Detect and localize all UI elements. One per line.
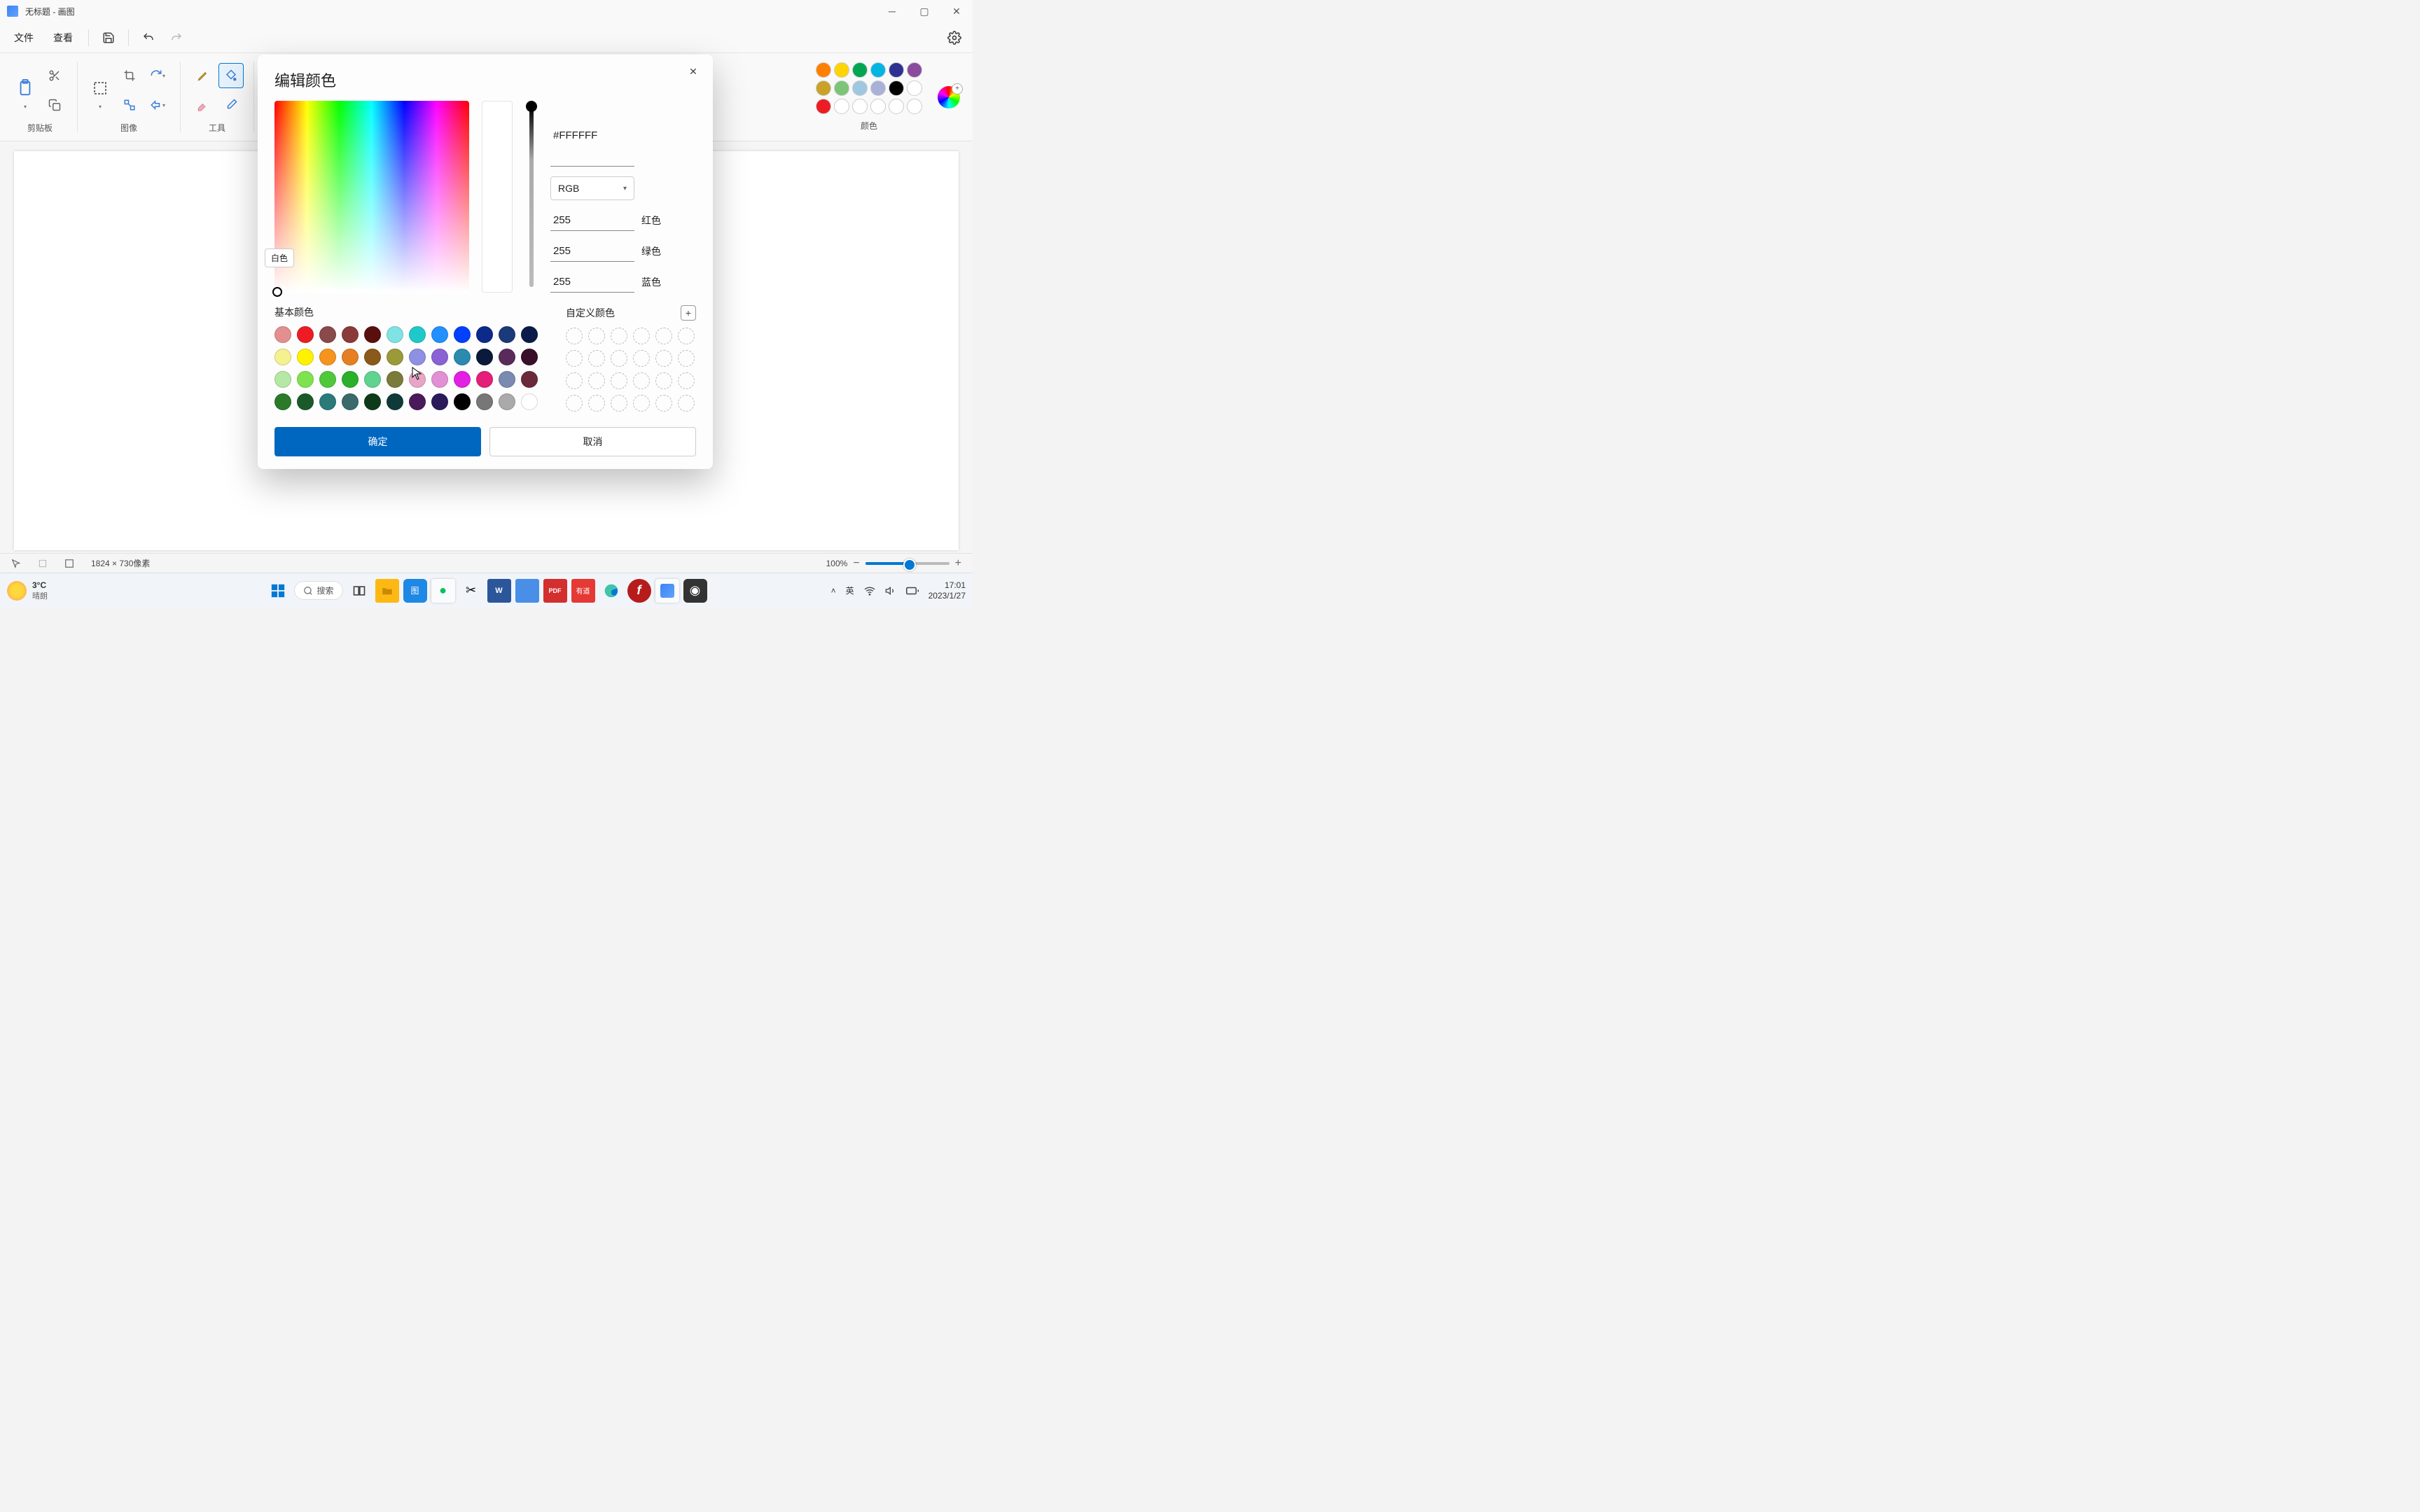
basic-color-swatch[interactable] <box>521 393 538 410</box>
color-preview <box>482 101 513 293</box>
basic-color-swatch[interactable] <box>319 349 336 365</box>
basic-color-swatch[interactable] <box>476 371 493 388</box>
custom-color-slot[interactable] <box>566 372 583 389</box>
basic-colors-label: 基本颜色 <box>274 305 549 319</box>
custom-color-slot[interactable] <box>611 395 627 412</box>
dialog-close-button[interactable]: ✕ <box>683 62 703 81</box>
basic-color-swatch[interactable] <box>297 326 314 343</box>
basic-color-swatch[interactable] <box>431 349 448 365</box>
basic-color-swatch[interactable] <box>476 393 493 410</box>
green-input[interactable] <box>550 241 634 262</box>
custom-color-slot[interactable] <box>633 372 650 389</box>
custom-colors-label: 自定义颜色 <box>566 306 615 320</box>
basic-color-swatch[interactable] <box>431 393 448 410</box>
basic-color-swatch[interactable] <box>521 349 538 365</box>
custom-color-slot[interactable] <box>588 350 605 367</box>
basic-color-swatch[interactable] <box>319 393 336 410</box>
custom-color-slot[interactable] <box>566 328 583 344</box>
basic-color-swatch[interactable] <box>521 371 538 388</box>
basic-color-swatch[interactable] <box>454 326 471 343</box>
custom-color-slot[interactable] <box>611 350 627 367</box>
custom-color-slot[interactable] <box>633 395 650 412</box>
custom-color-slot[interactable] <box>655 328 672 344</box>
dialog-title: 编辑颜色 <box>274 69 696 91</box>
basic-color-swatch[interactable] <box>342 393 359 410</box>
basic-color-swatch[interactable] <box>274 326 291 343</box>
custom-colors-grid <box>566 328 696 413</box>
blue-label: 蓝色 <box>641 275 661 289</box>
dialog-overlay: ✕ 编辑颜色 白色 RGB ▾ 红色 <box>0 0 973 608</box>
basic-color-swatch[interactable] <box>319 371 336 388</box>
basic-colors-grid <box>274 326 549 412</box>
color-mode-select[interactable]: RGB ▾ <box>550 176 634 200</box>
basic-color-swatch[interactable] <box>476 349 493 365</box>
custom-color-slot[interactable] <box>588 372 605 389</box>
mode-value: RGB <box>558 183 579 194</box>
basic-color-swatch[interactable] <box>431 326 448 343</box>
red-label: 红色 <box>641 214 661 227</box>
basic-color-swatch[interactable] <box>364 349 381 365</box>
basic-color-swatch[interactable] <box>409 371 426 388</box>
basic-color-swatch[interactable] <box>499 371 515 388</box>
custom-color-slot[interactable] <box>566 350 583 367</box>
custom-color-slot[interactable] <box>655 372 672 389</box>
custom-color-slot[interactable] <box>611 372 627 389</box>
custom-color-slot[interactable] <box>655 350 672 367</box>
color-tooltip: 白色 <box>265 248 294 267</box>
basic-color-swatch[interactable] <box>297 393 314 410</box>
basic-color-swatch[interactable] <box>521 326 538 343</box>
custom-color-slot[interactable] <box>678 328 695 344</box>
spectrum-handle[interactable] <box>272 287 282 297</box>
basic-color-swatch[interactable] <box>319 326 336 343</box>
basic-color-swatch[interactable] <box>409 326 426 343</box>
basic-color-swatch[interactable] <box>409 393 426 410</box>
color-spectrum[interactable]: 白色 <box>274 101 469 293</box>
red-input[interactable] <box>550 210 634 231</box>
hex-input[interactable] <box>550 105 634 167</box>
value-slider[interactable] <box>525 101 538 293</box>
basic-color-swatch[interactable] <box>274 393 291 410</box>
basic-color-swatch[interactable] <box>342 326 359 343</box>
basic-color-swatch[interactable] <box>387 326 403 343</box>
basic-color-swatch[interactable] <box>342 371 359 388</box>
value-slider-handle[interactable] <box>526 101 537 112</box>
basic-color-swatch[interactable] <box>387 349 403 365</box>
custom-color-slot[interactable] <box>678 372 695 389</box>
basic-color-swatch[interactable] <box>454 371 471 388</box>
cancel-button[interactable]: 取消 <box>489 427 696 456</box>
basic-color-swatch[interactable] <box>364 393 381 410</box>
custom-color-slot[interactable] <box>655 395 672 412</box>
basic-color-swatch[interactable] <box>431 371 448 388</box>
custom-color-slot[interactable] <box>588 395 605 412</box>
basic-color-swatch[interactable] <box>454 393 471 410</box>
custom-color-slot[interactable] <box>678 395 695 412</box>
custom-color-slot[interactable] <box>566 395 583 412</box>
basic-color-swatch[interactable] <box>297 349 314 365</box>
basic-color-swatch[interactable] <box>476 326 493 343</box>
custom-color-slot[interactable] <box>611 328 627 344</box>
edit-colors-dialog: ✕ 编辑颜色 白色 RGB ▾ 红色 <box>258 55 713 469</box>
basic-color-swatch[interactable] <box>297 371 314 388</box>
basic-color-swatch[interactable] <box>499 326 515 343</box>
ok-button[interactable]: 确定 <box>274 427 481 456</box>
basic-color-swatch[interactable] <box>342 349 359 365</box>
custom-color-slot[interactable] <box>678 350 695 367</box>
basic-color-swatch[interactable] <box>364 326 381 343</box>
custom-color-slot[interactable] <box>588 328 605 344</box>
basic-color-swatch[interactable] <box>274 371 291 388</box>
basic-color-swatch[interactable] <box>274 349 291 365</box>
custom-color-slot[interactable] <box>633 328 650 344</box>
basic-color-swatch[interactable] <box>409 349 426 365</box>
basic-color-swatch[interactable] <box>499 393 515 410</box>
basic-color-swatch[interactable] <box>364 371 381 388</box>
custom-color-slot[interactable] <box>633 350 650 367</box>
add-custom-color-button[interactable]: + <box>681 305 696 321</box>
green-label: 绿色 <box>641 244 661 258</box>
blue-input[interactable] <box>550 272 634 293</box>
basic-color-swatch[interactable] <box>387 371 403 388</box>
chevron-down-icon: ▾ <box>623 185 627 192</box>
basic-color-swatch[interactable] <box>387 393 403 410</box>
basic-color-swatch[interactable] <box>454 349 471 365</box>
basic-color-swatch[interactable] <box>499 349 515 365</box>
